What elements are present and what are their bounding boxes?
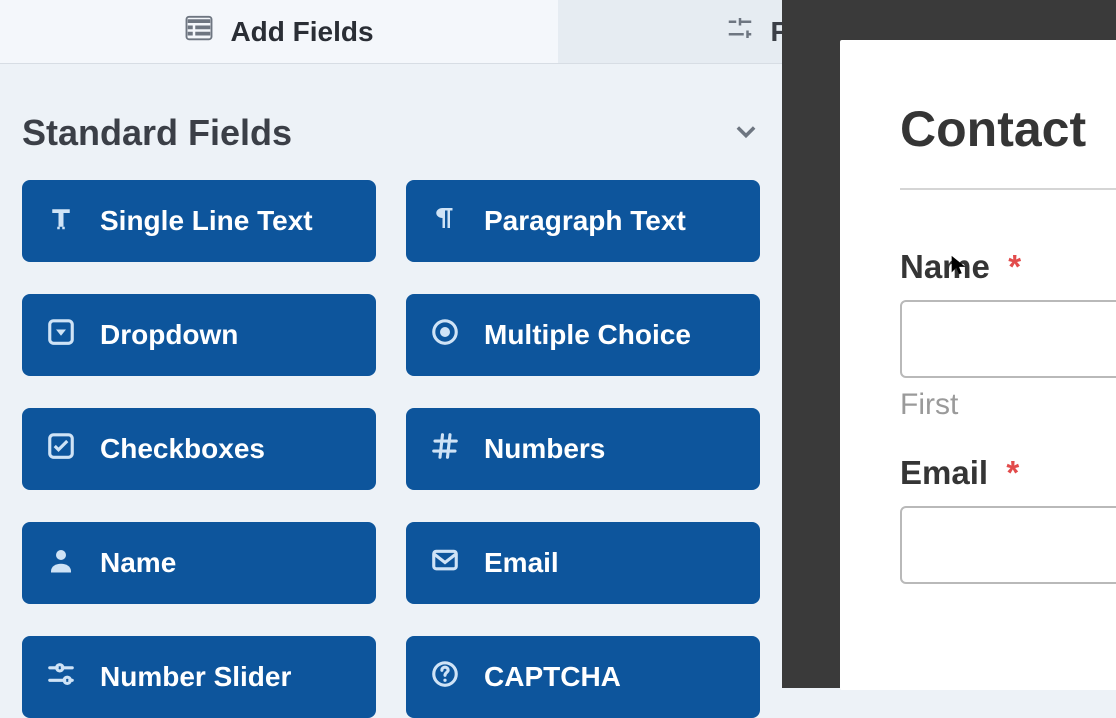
tab-add-fields[interactable]: Add Fields <box>0 0 558 63</box>
required-mark: * <box>1008 248 1021 285</box>
text-cursor-icon <box>46 203 76 240</box>
field-label: Name <box>100 547 176 579</box>
form-list-icon <box>184 13 214 50</box>
field-label: Numbers <box>484 433 605 465</box>
form-field-name[interactable]: Name * First <box>900 248 1116 422</box>
label-text: Email <box>900 454 988 491</box>
field-multiple-choice[interactable]: Multiple Choice <box>406 294 760 376</box>
field-name[interactable]: Name <box>22 522 376 604</box>
section-header[interactable]: Standard Fields <box>22 112 760 154</box>
field-grid: Single Line Text Paragraph Text Dropdown… <box>22 180 760 718</box>
chevron-down-icon <box>732 117 760 150</box>
form-field-email[interactable]: Email * <box>900 454 1116 584</box>
email-input[interactable] <box>900 506 1116 584</box>
hash-icon <box>430 431 460 468</box>
user-icon <box>46 545 76 582</box>
section-title: Standard Fields <box>22 112 292 154</box>
sublabel-first: First <box>900 388 1116 422</box>
field-label: Paragraph Text <box>484 205 686 237</box>
field-label: Number Slider <box>100 661 291 693</box>
sliders-icon <box>725 13 755 50</box>
field-email[interactable]: Email <box>406 522 760 604</box>
caret-square-icon <box>46 317 76 354</box>
radio-icon <box>430 317 460 354</box>
field-number-slider[interactable]: Number Slider <box>22 636 376 718</box>
fields-sidebar: Standard Fields Single Line Text Paragra… <box>0 64 782 718</box>
form-card: Contact Name * First Email * <box>840 40 1116 690</box>
field-label: Checkboxes <box>100 433 265 465</box>
field-label-email: Email * <box>900 454 1116 492</box>
field-dropdown[interactable]: Dropdown <box>22 294 376 376</box>
divider <box>900 188 1116 190</box>
field-single-line-text[interactable]: Single Line Text <box>22 180 376 262</box>
form-title: Contact <box>900 100 1116 158</box>
field-label: Multiple Choice <box>484 319 691 351</box>
envelope-icon <box>430 545 460 582</box>
required-mark: * <box>1006 454 1019 491</box>
question-circle-icon <box>430 659 460 696</box>
paragraph-icon <box>430 203 460 240</box>
first-name-input[interactable] <box>900 300 1116 378</box>
label-text: Name <box>900 248 990 285</box>
field-label: CAPTCHA <box>484 661 621 693</box>
field-paragraph-text[interactable]: Paragraph Text <box>406 180 760 262</box>
checkbox-icon <box>46 431 76 468</box>
field-label: Dropdown <box>100 319 238 351</box>
field-captcha[interactable]: CAPTCHA <box>406 636 760 718</box>
field-numbers[interactable]: Numbers <box>406 408 760 490</box>
field-label-name: Name * <box>900 248 1116 286</box>
field-label: Single Line Text <box>100 205 313 237</box>
tab-label: Add Fields <box>230 16 373 48</box>
field-checkboxes[interactable]: Checkboxes <box>22 408 376 490</box>
form-canvas: Contact Name * First Email * <box>782 0 1116 688</box>
field-label: Email <box>484 547 559 579</box>
sliders-icon <box>46 659 76 696</box>
